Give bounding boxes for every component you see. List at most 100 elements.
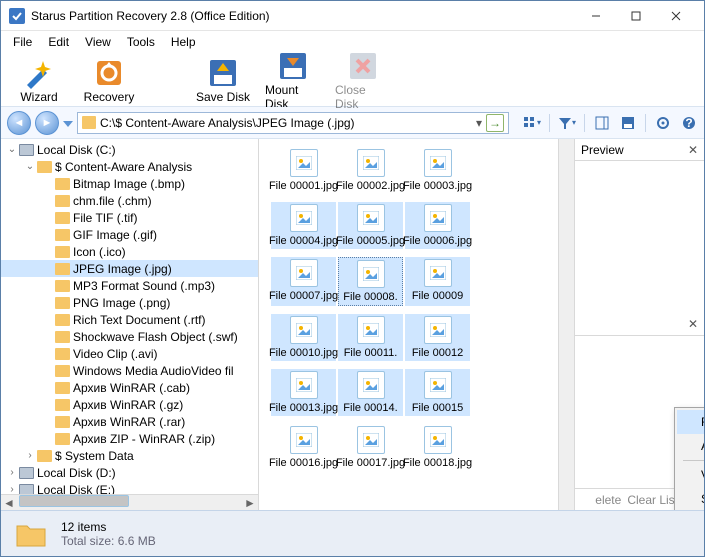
tree-item[interactable]: MP3 Format Sound (.mp3) [1, 277, 258, 294]
folder-icon [55, 178, 70, 190]
menu-edit[interactable]: Edit [40, 33, 77, 51]
help-button[interactable]: ? [680, 114, 698, 132]
address-dropdown-icon[interactable]: ▾ [474, 116, 484, 130]
maximize-button[interactable] [616, 2, 656, 30]
tree-item[interactable]: Icon (.ico) [1, 243, 258, 260]
nav-forward-button[interactable]: ► [35, 111, 59, 135]
recovery-icon [93, 57, 125, 89]
recovery-button[interactable]: Recovery [81, 57, 137, 104]
file-name: File 00007.jpg [269, 290, 338, 302]
filter-button[interactable]: ▾ [558, 114, 576, 132]
tree-local-c[interactable]: Local Disk (C:) [37, 143, 116, 157]
address-go-button[interactable]: → [486, 114, 504, 132]
tree-item[interactable]: Архив ZIP - WinRAR (.zip) [1, 430, 258, 447]
tree-item[interactable]: JPEG Image (.jpg) [1, 260, 258, 277]
menu-view[interactable]: View [77, 33, 119, 51]
address-bar[interactable]: C:\$ Content-Aware Analysis\JPEG Image (… [77, 112, 509, 134]
file-item[interactable]: File 00011. [338, 314, 403, 361]
expand-icon[interactable]: › [5, 467, 19, 478]
wizard-button[interactable]: Wizard [11, 57, 67, 104]
file-item[interactable]: File 00003.jpg [405, 147, 470, 194]
minimize-button[interactable] [576, 2, 616, 30]
preview-panel-button[interactable] [593, 114, 611, 132]
expand-icon[interactable]: › [23, 450, 37, 461]
save-disk-button[interactable]: Save Disk [195, 57, 251, 104]
nav-back-button[interactable]: ◄ [7, 111, 31, 135]
close-button[interactable] [656, 2, 696, 30]
save-floppy-button[interactable] [619, 114, 637, 132]
tree-item[interactable]: Windows Media AudioVideo fil [1, 362, 258, 379]
file-view: File 00001.jpgFile 00002.jpgFile 00003.j… [259, 139, 704, 510]
folder-icon [55, 365, 70, 377]
folder-tree[interactable]: ⌄Local Disk (C:) ⌄$ Content-Aware Analys… [1, 139, 259, 510]
tree-item[interactable]: Bitmap Image (.bmp) [1, 175, 258, 192]
file-item[interactable]: File 00018.jpg [405, 424, 470, 471]
file-item[interactable]: File 00001.jpg [271, 147, 336, 194]
nav-row: ◄ ► C:\$ Content-Aware Analysis\JPEG Ima… [1, 107, 704, 139]
tree-item[interactable]: File TIF (.tif) [1, 209, 258, 226]
tree-item[interactable]: chm.file (.chm) [1, 192, 258, 209]
wizard-label: Wizard [20, 90, 57, 104]
file-item[interactable]: File 00007.jpg [271, 257, 336, 306]
file-item[interactable]: File 00008. [338, 257, 403, 306]
tree-item-label: Архив WinRAR (.cab) [73, 381, 190, 395]
ctx-recovery[interactable]: RecoveryCtrl+R [677, 410, 704, 434]
menu-help[interactable]: Help [163, 33, 204, 51]
tree-item[interactable]: GIF Image (.gif) [1, 226, 258, 243]
tree-item[interactable]: PNG Image (.png) [1, 294, 258, 311]
tree-item[interactable]: Архив WinRAR (.gz) [1, 396, 258, 413]
image-icon [290, 204, 318, 232]
tree-item[interactable]: Shockwave Flash Object (.swf) [1, 328, 258, 345]
tree-local-d[interactable]: Local Disk (D:) [37, 466, 116, 480]
file-item[interactable]: File 00004.jpg [271, 202, 336, 249]
view-mode-button[interactable]: ▾ [523, 114, 541, 132]
file-item[interactable]: File 00006.jpg [405, 202, 470, 249]
image-icon [424, 149, 452, 177]
tree-item[interactable]: Архив WinRAR (.rar) [1, 413, 258, 430]
tree-item-label: chm.file (.chm) [73, 194, 152, 208]
nav-history-icon[interactable] [63, 112, 73, 134]
options-gear-button[interactable] [654, 114, 672, 132]
preview-close-icon[interactable]: ✕ [688, 143, 698, 157]
file-item[interactable]: File 00010.jpg [271, 314, 336, 361]
tree-item[interactable]: Video Clip (.avi) [1, 345, 258, 362]
tree-item[interactable]: Архив WinRAR (.cab) [1, 379, 258, 396]
file-item[interactable]: File 00002.jpg [338, 147, 403, 194]
folder-icon [37, 161, 52, 173]
file-item[interactable]: File 00009 [405, 257, 470, 306]
file-item[interactable]: File 00015 [405, 369, 470, 416]
file-item[interactable]: File 00012 [405, 314, 470, 361]
file-item[interactable]: File 00014. [338, 369, 403, 416]
image-icon [290, 149, 318, 177]
file-item[interactable]: File 00005.jpg [338, 202, 403, 249]
file-name: File 00011. [344, 347, 398, 359]
file-name: File 00001.jpg [269, 180, 338, 192]
tree-system-data[interactable]: $ System Data [55, 449, 134, 463]
file-item[interactable]: File 00013.jpg [271, 369, 336, 416]
file-item[interactable]: File 00017.jpg [338, 424, 403, 471]
file-name: File 00005.jpg [336, 235, 405, 247]
ctx-view[interactable]: View▶ [677, 463, 704, 487]
mount-disk-button[interactable]: Mount Disk [265, 50, 321, 111]
file-item[interactable]: File 00016.jpg [271, 424, 336, 471]
menu-file[interactable]: File [5, 33, 40, 51]
folder-icon [55, 348, 70, 360]
folder-icon [55, 416, 70, 428]
file-name: File 00017.jpg [336, 457, 405, 469]
file-name: File 00004.jpg [269, 235, 338, 247]
recovery-list-close-icon[interactable]: ✕ [688, 317, 698, 331]
file-grid[interactable]: File 00001.jpgFile 00002.jpgFile 00003.j… [259, 139, 558, 510]
file-v-scrollbar[interactable] [558, 139, 574, 510]
expand-icon[interactable]: ⌄ [23, 161, 37, 172]
expand-icon[interactable]: ⌄ [5, 144, 19, 155]
tree-h-scrollbar[interactable]: ◄► [1, 494, 258, 510]
tree-content-aware[interactable]: $ Content-Aware Analysis [55, 160, 192, 174]
folder-icon [82, 116, 96, 129]
image-icon [424, 204, 452, 232]
ctx-sort-by[interactable]: Sort By▶ [677, 487, 704, 510]
menu-tools[interactable]: Tools [119, 33, 163, 51]
ctx-add-for-recovery[interactable]: Add For Recovery [677, 434, 704, 458]
image-icon [424, 259, 452, 287]
folder-icon [55, 212, 70, 224]
tree-item[interactable]: Rich Text Document (.rtf) [1, 311, 258, 328]
